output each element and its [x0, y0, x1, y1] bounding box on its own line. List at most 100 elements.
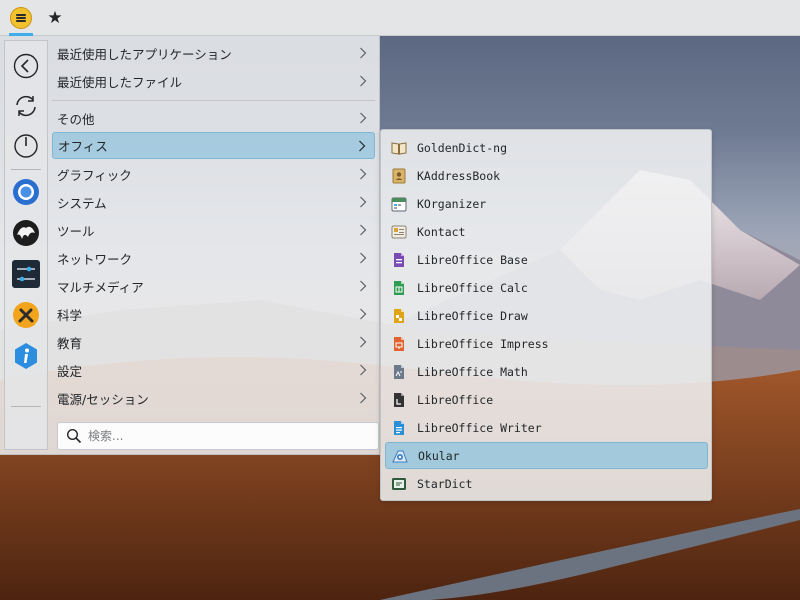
application-menu: 最近使用したアプリケーション 最近使用したファイル その他 オフィス グラフィッ… — [0, 36, 380, 455]
organizer-icon — [391, 197, 407, 211]
app-label: LibreOffice Draw — [417, 308, 528, 323]
category-label: 設定 — [57, 364, 83, 379]
libreoffice-impress-icon — [394, 336, 404, 351]
category-education[interactable]: 教育 — [52, 329, 375, 356]
libreoffice-base-icon — [394, 252, 404, 267]
app-libreoffice-calc[interactable]: LibreOffice Calc — [385, 274, 708, 301]
favorites-button[interactable]: ★ — [44, 7, 66, 29]
refresh-icon — [16, 95, 36, 117]
app-okular[interactable]: Okular — [385, 442, 708, 469]
libreoffice-math-icon — [394, 364, 404, 379]
cave-icon — [13, 220, 39, 246]
stardict-icon — [392, 477, 406, 490]
search-icon — [66, 428, 82, 444]
app-label: StarDict — [417, 476, 473, 491]
category-office[interactable]: オフィス — [52, 132, 375, 159]
app-kontact[interactable]: Kontact — [385, 218, 708, 245]
category-system[interactable]: システム — [52, 189, 375, 216]
tools-icon — [13, 302, 39, 328]
app-libreoffice-writer[interactable]: LibreOffice Writer — [385, 414, 708, 441]
category-label: その他 — [57, 112, 95, 127]
libreoffice-calc-icon — [394, 280, 404, 295]
chevron-right-icon — [360, 280, 367, 292]
app-libreoffice[interactable]: LibreOffice — [385, 386, 708, 413]
office-submenu: GoldenDict-ng KAddressBook KOrganizer Ko… — [380, 129, 712, 501]
search-input[interactable] — [82, 423, 378, 449]
app-label: KAddressBook — [417, 168, 501, 183]
app-label: LibreOffice Impress — [417, 336, 549, 351]
app-libreoffice-math[interactable]: LibreOffice Math — [385, 358, 708, 385]
app-label: LibreOffice Base — [417, 252, 528, 267]
app-label: LibreOffice Math — [417, 364, 528, 379]
app-label: LibreOffice Writer — [417, 420, 542, 435]
category-graphics[interactable]: グラフィック — [52, 161, 375, 188]
kontact-icon — [391, 225, 407, 238]
power-icon — [14, 134, 38, 158]
category-multimedia[interactable]: マルチメディア — [52, 273, 375, 300]
category-label: 科学 — [57, 308, 83, 323]
category-tools[interactable]: ツール — [52, 217, 375, 244]
chevron-right-icon — [360, 168, 367, 180]
top-panel: ★ — [0, 0, 800, 36]
category-label: システム — [57, 196, 107, 211]
okular-icon — [392, 450, 408, 462]
category-other[interactable]: その他 — [52, 105, 375, 132]
chevron-right-icon — [360, 252, 367, 264]
category-network[interactable]: ネットワーク — [52, 245, 375, 272]
back-button[interactable] — [11, 51, 41, 81]
chevron-right-icon — [360, 75, 367, 87]
chevron-right-icon — [360, 224, 367, 236]
category-label: 最近使用したアプリケーション — [57, 47, 232, 62]
app-label: LibreOffice Calc — [417, 280, 528, 295]
chevron-right-icon — [360, 112, 367, 124]
search-box — [57, 422, 379, 450]
category-label: マルチメディア — [57, 280, 144, 295]
libreoffice-draw-icon — [394, 308, 404, 323]
cave-app-button[interactable] — [11, 218, 41, 248]
app-label: Okular — [418, 448, 460, 463]
info-icon — [15, 343, 37, 369]
app-label: Kontact — [417, 224, 466, 239]
tools-button[interactable] — [11, 300, 41, 330]
category-recent-files[interactable]: 最近使用したファイル — [52, 68, 375, 95]
app-libreoffice-impress[interactable]: LibreOffice Impress — [385, 330, 708, 357]
chromium-icon — [13, 179, 39, 205]
category-label: ネットワーク — [57, 252, 133, 267]
control-center-button[interactable] — [11, 259, 41, 289]
app-label: GoldenDict-ng — [417, 140, 508, 155]
category-science[interactable]: 科学 — [52, 301, 375, 328]
chromium-button[interactable] — [11, 177, 41, 207]
category-power-session[interactable]: 電源/セッション — [52, 385, 375, 412]
app-stardict[interactable]: StarDict — [385, 470, 708, 497]
category-settings[interactable]: 設定 — [52, 357, 375, 384]
app-libreoffice-base[interactable]: LibreOffice Base — [385, 246, 708, 273]
info-button[interactable] — [11, 341, 41, 371]
sidebar-separator — [11, 406, 41, 407]
category-separator — [52, 100, 375, 101]
app-goldendict[interactable]: GoldenDict-ng — [385, 134, 708, 161]
application-menu-button[interactable] — [10, 7, 32, 29]
libreoffice-icon — [394, 392, 404, 407]
libreoffice-writer-icon — [394, 420, 404, 435]
app-kaddressbook[interactable]: KAddressBook — [385, 162, 708, 189]
app-libreoffice-draw[interactable]: LibreOffice Draw — [385, 302, 708, 329]
addressbook-icon — [392, 168, 406, 183]
app-label: LibreOffice — [417, 392, 494, 407]
category-recent-apps[interactable]: 最近使用したアプリケーション — [52, 40, 375, 67]
goldendict-icon — [391, 141, 407, 155]
power-button[interactable] — [11, 131, 41, 161]
star-icon: ★ — [47, 8, 63, 28]
category-label: オフィス — [58, 139, 108, 154]
menu-icon — [16, 14, 26, 22]
sidebar-separator — [11, 169, 41, 170]
back-arrow-icon — [13, 53, 39, 79]
category-label: 教育 — [57, 336, 83, 351]
menu-sidebar — [4, 40, 48, 450]
refresh-button[interactable] — [11, 91, 41, 121]
chevron-right-icon — [360, 196, 367, 208]
chevron-right-icon — [360, 364, 367, 376]
app-label: KOrganizer — [417, 196, 487, 211]
chevron-right-icon — [360, 47, 367, 59]
chevron-right-icon — [360, 336, 367, 348]
app-korganizer[interactable]: KOrganizer — [385, 190, 708, 217]
